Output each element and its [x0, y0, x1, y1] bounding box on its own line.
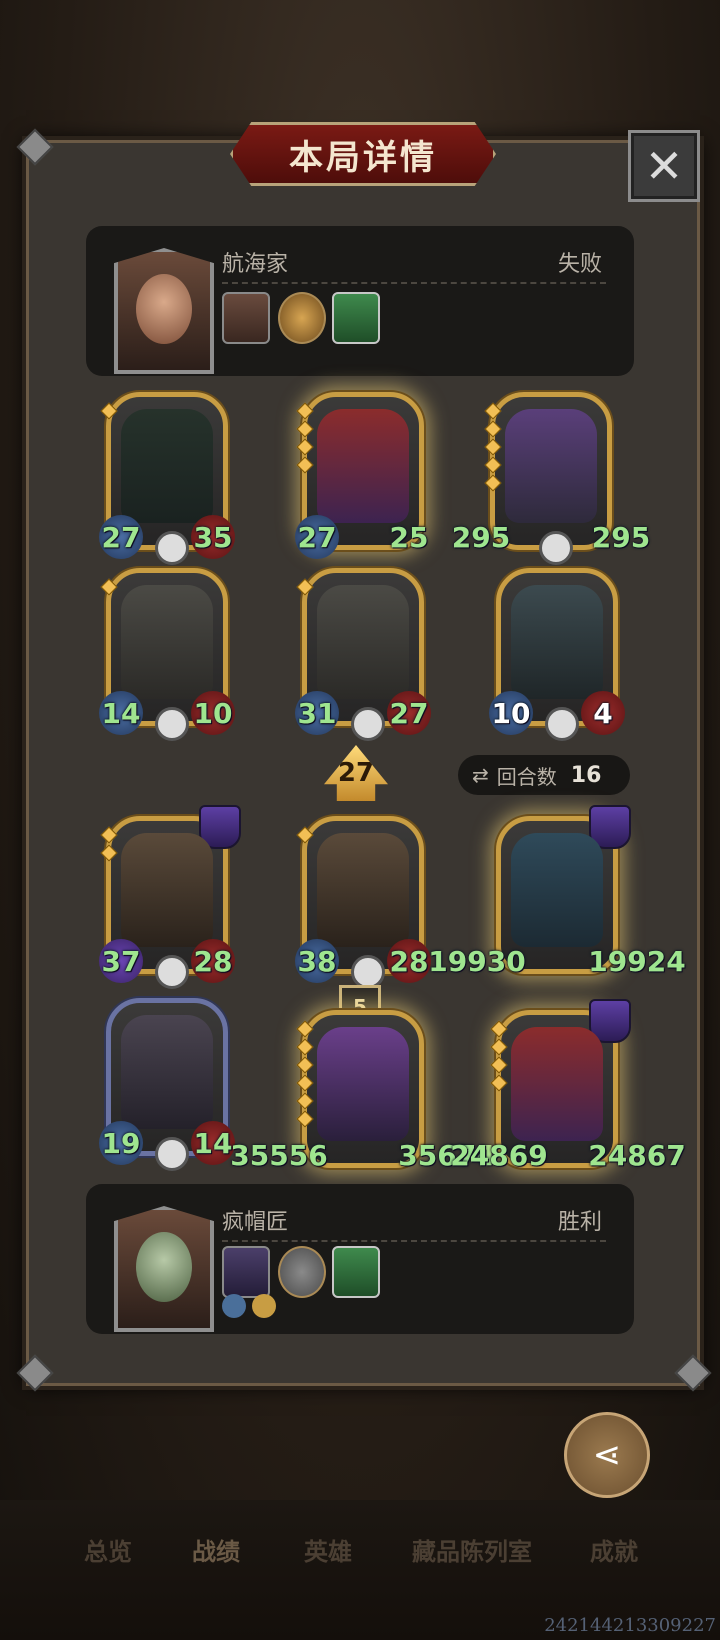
tier-stars	[296, 826, 314, 847]
share-icon: ⋖	[592, 1435, 622, 1475]
minion-art	[317, 833, 409, 947]
skull-icon	[351, 955, 385, 989]
opponent-minion-card[interactable]: 27 35	[99, 392, 235, 565]
minion-art	[511, 585, 603, 699]
player-result: 胜利	[557, 1210, 602, 1235]
tier-stars	[100, 402, 118, 423]
skull-icon	[155, 1137, 189, 1171]
attack-stat: 24869	[450, 1138, 548, 1172]
book-item-icon[interactable]	[332, 292, 380, 344]
player-name: 疯帽匠	[222, 1210, 289, 1235]
book-item-icon[interactable]	[332, 1246, 380, 1298]
attack-stat: 19930	[428, 944, 526, 978]
opponent-minion-card[interactable]: 31 27	[295, 568, 431, 741]
close-button[interactable]: ✕	[628, 130, 700, 202]
opponent-name: 航海家	[222, 252, 289, 277]
skull-gear-icon	[155, 955, 189, 989]
player-avatar[interactable]	[114, 1206, 214, 1332]
skull-icon	[539, 531, 573, 565]
attack-stat: 35556	[230, 1138, 328, 1172]
tier-stars	[100, 826, 118, 865]
opponent-minion-card[interactable]: 10 4	[489, 568, 625, 741]
tier-stars	[100, 578, 118, 599]
round-label: 回合数	[496, 764, 557, 789]
health-stat: 28	[387, 939, 431, 983]
attack-stat: 27	[295, 515, 339, 559]
health-stat: 28	[191, 939, 235, 983]
minion-art	[317, 1027, 409, 1141]
medal-item-icon[interactable]	[278, 292, 326, 344]
minion-art	[317, 585, 409, 699]
minion-art	[121, 833, 213, 947]
player-panel: 疯帽匠 胜利	[86, 1184, 634, 1334]
opponent-avatar[interactable]	[114, 248, 214, 374]
tab-overview[interactable]: 总览	[84, 1532, 132, 1567]
close-icon: ✕	[644, 139, 684, 193]
attack-stat: 27	[99, 515, 143, 559]
minion-art	[121, 409, 213, 523]
opponent-panel: 航海家 失败	[86, 226, 634, 376]
health-stat: 14	[191, 1121, 235, 1165]
tab-achievements[interactable]: 成就	[590, 1532, 638, 1567]
attack-stat: 37	[99, 939, 143, 983]
share-button[interactable]: ⋖	[564, 1412, 650, 1498]
player-minion-card[interactable]: 24869 24867	[450, 999, 686, 1172]
skull-icon	[155, 531, 189, 565]
minion-art	[317, 409, 409, 523]
player-minion-card[interactable]: 35556 35674	[230, 1010, 496, 1172]
opponent-result: 失败	[557, 252, 602, 277]
opponent-minion-card[interactable]: 295 295	[452, 392, 650, 565]
trinket-icon[interactable]	[252, 1294, 276, 1318]
player-minion-card[interactable]: 19930 19924	[428, 805, 686, 978]
turn-damage-value: 27	[337, 758, 375, 788]
tier-stars	[296, 402, 314, 477]
tier-stars	[296, 1020, 314, 1131]
title-banner: 本局详情	[230, 122, 496, 186]
divider	[222, 282, 606, 284]
swap-icon: ⇄	[472, 763, 489, 787]
sword-item-icon[interactable]	[278, 1246, 326, 1298]
attack-stat: 38	[295, 939, 339, 983]
tier-stars	[484, 402, 502, 495]
tab-heroes[interactable]: 英雄	[304, 1532, 352, 1567]
attack-stat: 19	[99, 1121, 143, 1165]
mirror-item-icon[interactable]	[222, 1246, 270, 1298]
skull-gear-icon	[351, 707, 385, 741]
player-minion-card[interactable]: 38 28	[295, 816, 431, 989]
minion-art	[511, 833, 603, 947]
tier-stars	[490, 1020, 508, 1095]
player-minion-card[interactable]: 19 14	[99, 998, 235, 1171]
pocket-watch-item-icon[interactable]	[222, 292, 270, 344]
footer-code: 242144213309227	[544, 1615, 716, 1636]
trinket-icon[interactable]	[222, 1294, 246, 1318]
opponent-minion-card[interactable]: 27 25	[295, 392, 428, 559]
round-value: 16	[570, 762, 602, 788]
health-stat: 4	[581, 691, 625, 735]
health-stat: 19924	[588, 944, 686, 978]
skull-gear-icon	[545, 707, 579, 741]
health-stat: 295	[591, 520, 651, 554]
divider	[222, 1240, 606, 1242]
health-stat: 27	[387, 691, 431, 735]
health-stat: 35	[191, 515, 235, 559]
health-stat: 10	[191, 691, 235, 735]
tier-stars	[296, 578, 314, 599]
tab-records[interactable]: 战绩	[192, 1532, 240, 1567]
health-stat: 24867	[588, 1138, 686, 1172]
page-title: 本局详情	[289, 137, 437, 178]
attack-stat: 31	[295, 691, 339, 735]
round-counter: ⇄ 回合数 16	[458, 755, 630, 795]
minion-art	[121, 1015, 213, 1129]
minion-art	[121, 585, 213, 699]
attack-stat: 14	[99, 691, 143, 735]
minion-art	[505, 409, 597, 523]
attack-stat: 10	[489, 691, 533, 735]
player-minion-card[interactable]: 37 28	[99, 805, 241, 989]
tab-collection[interactable]: 藏品陈列室	[412, 1532, 532, 1567]
skull-icon	[155, 707, 189, 741]
opponent-minion-card[interactable]: 14 10	[99, 568, 235, 741]
attack-stat: 295	[451, 520, 511, 554]
health-stat: 25	[389, 520, 429, 554]
minion-art	[511, 1027, 603, 1141]
